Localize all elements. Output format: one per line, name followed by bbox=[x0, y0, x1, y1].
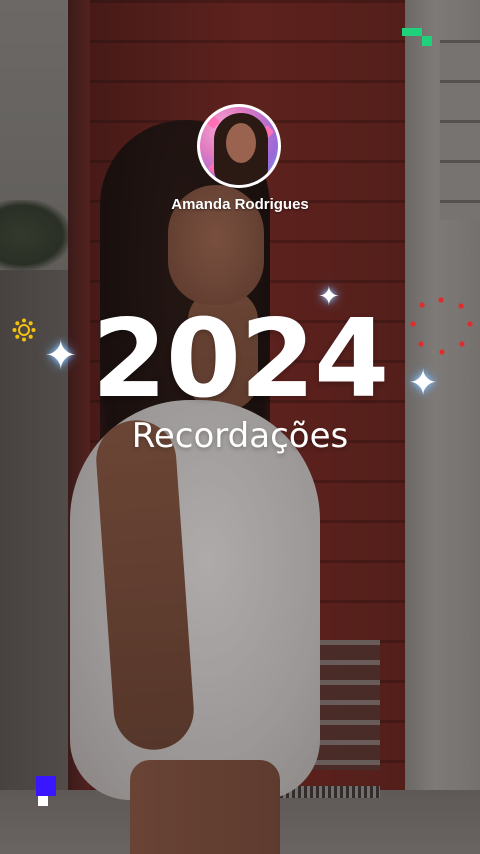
avatar-face bbox=[226, 123, 256, 163]
story-year: 2024 bbox=[91, 297, 390, 422]
profile-username[interactable]: Amanda Rodrigues bbox=[0, 196, 480, 213]
blue-corner-accent bbox=[36, 776, 58, 808]
story-screen[interactable]: Amanda Rodrigues ✦ ✦ ✦ 2024 Recordações bbox=[0, 0, 480, 854]
story-title: Recordações bbox=[131, 416, 349, 456]
profile-avatar[interactable] bbox=[197, 104, 281, 188]
green-corner-accent bbox=[402, 28, 434, 48]
